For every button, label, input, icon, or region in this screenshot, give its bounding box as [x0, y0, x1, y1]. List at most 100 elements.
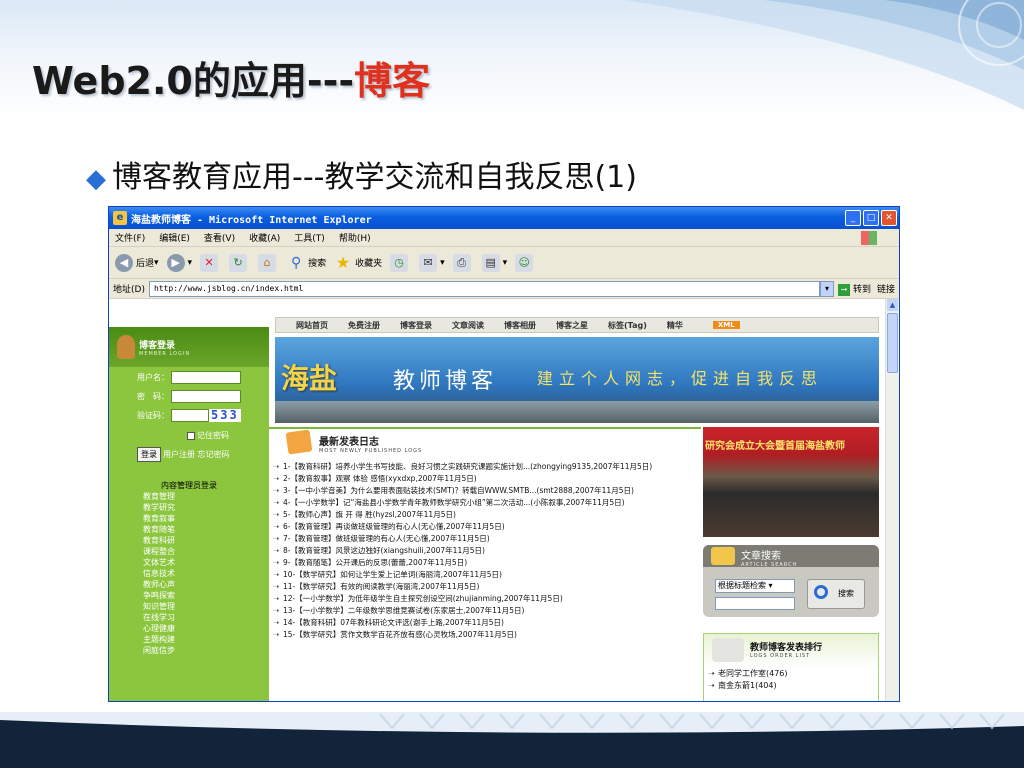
- print-button[interactable]: ⎙: [452, 253, 474, 272]
- home-button[interactable]: ⌂: [258, 253, 279, 272]
- category-item[interactable]: 争鸣探索: [109, 590, 269, 601]
- forgot-password-link[interactable]: 忘记密码: [198, 449, 230, 460]
- address-dropdown[interactable]: ▾: [819, 280, 834, 297]
- close-button[interactable]: ✕: [881, 210, 897, 226]
- page-content: 博客登录 MEMBER LOGIN 用户名： 密 码： 验证码： 533 记住密码…: [109, 299, 887, 701]
- article-search-button[interactable]: 搜索: [807, 579, 865, 609]
- vertical-scrollbar[interactable]: ▲: [885, 299, 899, 701]
- post-link[interactable]: ➝ 2-【教育叙事】观察 体验 感悟(xyxdxp,2007年11月5日): [271, 473, 697, 485]
- post-link[interactable]: ➝ 5-【教师心声】旗 开 得 胜(hyzsl,2007年11月5日): [271, 509, 697, 521]
- article-search-header: 文章搜索 ARTICLE SEARCH: [703, 545, 879, 568]
- stop-button[interactable]: ✕: [200, 253, 221, 272]
- category-item[interactable]: 闲庭信步: [109, 645, 269, 656]
- scroll-up-arrow-icon[interactable]: ▲: [887, 299, 898, 311]
- menu-help[interactable]: 帮助(H): [339, 231, 371, 244]
- search-keyword-input[interactable]: [715, 597, 795, 610]
- category-item[interactable]: 文体艺术: [109, 557, 269, 568]
- category-item[interactable]: 在线学习: [109, 612, 269, 623]
- refresh-button[interactable]: ↻: [229, 253, 250, 272]
- favorites-button[interactable]: ★ 收藏夹: [334, 253, 382, 272]
- minimize-button[interactable]: _: [845, 210, 861, 226]
- remember-checkbox[interactable]: [187, 431, 195, 440]
- post-title: 10-【数学研究】如何让学生爱上记单词(海丽湾,2007年11月5日): [283, 570, 502, 579]
- nav-albums[interactable]: 博客相册: [504, 320, 536, 331]
- xml-badge[interactable]: XML: [712, 321, 740, 329]
- post-link[interactable]: ➝ 15-【数学研究】赏作文数学百花齐放有感(心灵牧场,2007年11月5日): [271, 629, 697, 641]
- post-link[interactable]: ➝ 14-【教育科研】07年教科研论文评选(谢手上路,2007年11月5日): [271, 617, 697, 629]
- maximize-button[interactable]: □: [863, 210, 879, 226]
- category-item[interactable]: 主题构建: [109, 634, 269, 645]
- category-item[interactable]: 教育随笔: [109, 524, 269, 535]
- scroll-thumb[interactable]: [887, 313, 898, 373]
- post-link[interactable]: ➝ 12-【一小学数学】为低年级学生自主探究创设空间(zhujianming,20…: [271, 593, 697, 605]
- password-input[interactable]: [171, 390, 241, 403]
- history-button[interactable]: ◷: [390, 253, 411, 272]
- post-link[interactable]: ➝ 3-【一中小学音美】为什么要用表面贴装技术(SMT)？转载自WWW.SMTB.…: [271, 485, 697, 497]
- go-button[interactable]: → 转到: [837, 282, 871, 296]
- recent-posts-list: ➝ 1-【教育科研】培养小学生书写技能、良好习惯之实践研究课题实施计划...(zh…: [269, 461, 701, 641]
- go-arrow-icon: →: [837, 283, 850, 296]
- category-item[interactable]: 课程整合: [109, 546, 269, 557]
- post-link[interactable]: ➝ 9-【教育随笔】公开课后的反思(蕾蕾,2007年11月5日): [271, 557, 697, 569]
- remember-password[interactable]: 记住密码: [187, 430, 269, 441]
- login-button[interactable]: 登录: [137, 447, 161, 462]
- edit-icon: ▤: [481, 253, 500, 272]
- nav-tags[interactable]: 标签(Tag): [608, 320, 647, 331]
- nav-featured[interactable]: 精华: [667, 320, 683, 331]
- post-link[interactable]: ➝ 7-【教育管理】做班级管理的有心人(无心懂,2007年11月5日): [271, 533, 697, 545]
- register-link[interactable]: 用户注册: [163, 449, 195, 460]
- menu-favorites[interactable]: 收藏(A): [249, 231, 280, 244]
- menu-edit[interactable]: 编辑(E): [159, 231, 190, 244]
- login-actions: 登录 用户注册 忘记密码: [137, 447, 269, 462]
- arrow-icon: ➝: [273, 606, 280, 615]
- edit-button[interactable]: ▤ ▾: [481, 253, 507, 272]
- user-avatar-icon: [117, 335, 135, 359]
- back-button[interactable]: ◀ 后退 ▾: [115, 253, 159, 272]
- category-item[interactable]: 教师心声: [109, 579, 269, 590]
- post-title: 15-【数学研究】赏作文数学百花齐放有感(心灵牧场,2007年11月5日): [283, 630, 517, 639]
- category-item[interactable]: 教学研究: [109, 502, 269, 513]
- captcha-input[interactable]: [171, 409, 209, 422]
- nav-home[interactable]: 网站首页: [296, 320, 328, 331]
- menu-file[interactable]: 文件(F): [115, 231, 145, 244]
- recent-posts-panel: 最新发表日志 MOST NEWLY PUBLISHED LOGS ➝ 1-【教育科…: [269, 427, 701, 701]
- bullet-point: ◆ 博客教育应用---教学交流和自我反思(1): [86, 152, 637, 196]
- post-title: 4-【一小学数学】记“海盐县小学数学青年教师数学研究小组”第二次活动...(小陈…: [283, 498, 625, 507]
- post-link[interactable]: ➝ 11-【数学研究】有效的阅读教学(海丽湾,2007年11月5日): [271, 581, 697, 593]
- category-item[interactable]: 教育科研: [109, 535, 269, 546]
- ranking-item-label: 南金东箭1(404): [718, 681, 777, 690]
- messenger-button[interactable]: ☺: [515, 253, 536, 272]
- menu-view[interactable]: 查看(V): [204, 231, 235, 244]
- links-button[interactable]: 链接: [877, 282, 895, 295]
- search-button[interactable]: ⚲ 搜索: [287, 254, 326, 272]
- search-mode-select[interactable]: 根据标题检索 ▾: [715, 579, 795, 593]
- category-item[interactable]: 知识管理: [109, 601, 269, 612]
- ranking-item[interactable]: ➝ 老同学工作室(476): [704, 668, 878, 680]
- post-link[interactable]: ➝ 4-【一小学数学】记“海盐县小学数学青年教师数学研究小组”第二次活动...(小…: [271, 497, 697, 509]
- nav-login[interactable]: 博客登录: [400, 320, 432, 331]
- site-banner: 海盐 教师博客 建立个人网志，促进自我反思: [275, 337, 879, 423]
- post-link[interactable]: ➝ 1-【教育科研】培养小学生书写技能、良好习惯之实践研究课题实施计划...(zh…: [271, 461, 697, 473]
- notepad-icon: [285, 429, 313, 455]
- nav-articles[interactable]: 文章阅读: [452, 320, 484, 331]
- arrow-icon: ➝: [273, 486, 280, 495]
- category-item[interactable]: 心理健康: [109, 623, 269, 634]
- username-input[interactable]: [171, 371, 241, 384]
- category-item[interactable]: 教育叙事: [109, 513, 269, 524]
- nav-register[interactable]: 免费注册: [348, 320, 380, 331]
- post-link[interactable]: ➝ 10-【数学研究】如何让学生爱上记单词(海丽湾,2007年11月5日): [271, 569, 697, 581]
- ranking-item[interactable]: ➝ 南金东箭1(404): [704, 680, 878, 692]
- post-link[interactable]: ➝ 6-【教育管理】再谈做班级管理的有心人(无心懂,2007年11月5日): [271, 521, 697, 533]
- menu-tools[interactable]: 工具(T): [294, 231, 325, 244]
- mail-button[interactable]: ✉ ▾: [419, 253, 445, 272]
- post-title: 3-【一中小学音美】为什么要用表面贴装技术(SMT)？转载自WWW.SMTB..…: [283, 486, 634, 495]
- refresh-icon: ↻: [229, 253, 248, 272]
- category-item[interactable]: 信息技术: [109, 568, 269, 579]
- post-link[interactable]: ➝ 13-【一小学数学】二年级数学思维竞赛试卷(东家居士,2007年11月5日): [271, 605, 697, 617]
- forward-button[interactable]: ▶ ▾: [166, 253, 192, 272]
- nav-stars[interactable]: 博客之星: [556, 320, 588, 331]
- address-input[interactable]: http://www.jsblog.cn/index.html: [148, 280, 820, 297]
- admin-login-link[interactable]: 内容管理员登录: [109, 480, 269, 491]
- post-link[interactable]: ➝ 8-【教育管理】风景这边独好(xiangshuili,2007年11月5日): [271, 545, 697, 557]
- category-item[interactable]: 教育管理: [109, 491, 269, 502]
